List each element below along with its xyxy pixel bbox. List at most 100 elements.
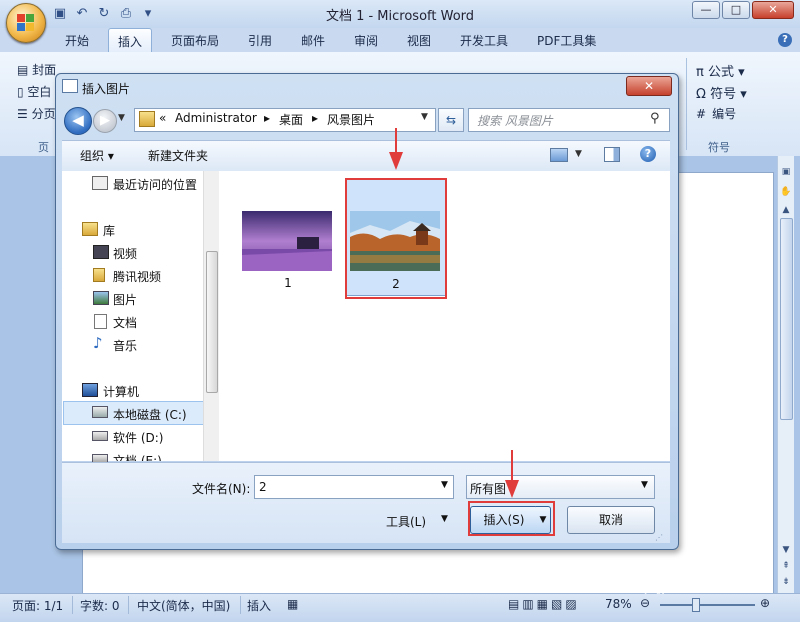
nav-item-recent[interactable]: 最近访问的位置	[113, 176, 197, 193]
filename-input[interactable]	[254, 475, 454, 499]
scroll-thumb[interactable]	[780, 218, 793, 420]
tools-dropdown-icon[interactable]: ▼	[441, 514, 448, 524]
breadcrumb-scenery[interactable]: 风景图片	[327, 111, 375, 128]
status-words[interactable]: 字数: 0	[80, 597, 120, 614]
nav-item-pictures[interactable]: 图片	[113, 291, 137, 308]
symbol-button[interactable]: Ω 符号 ▾	[696, 83, 747, 102]
filename-label: 文件名(N):	[192, 482, 251, 496]
blank-label: 空白	[27, 85, 52, 99]
breadcrumb-overflow[interactable]: «	[159, 111, 166, 125]
breadcrumb-desktop[interactable]: 桌面	[279, 111, 303, 128]
tab-page-layout[interactable]: 页面布局	[171, 32, 219, 49]
zoom-level[interactable]: 78%	[605, 597, 632, 611]
organize-button[interactable]: 组织 ▾	[80, 147, 114, 164]
maximize-button[interactable]: □	[722, 1, 750, 19]
nav-item-tencent-video[interactable]: 腾讯视频	[113, 268, 161, 285]
zoom-in-icon[interactable]: ⊕	[760, 596, 770, 610]
video-icon	[93, 245, 109, 259]
nav-scrollbar[interactable]	[203, 171, 219, 461]
cover-button[interactable]: ▤ 封面	[17, 61, 56, 78]
tab-home[interactable]: 开始	[65, 32, 89, 49]
baidu-watermark-url: jingyan.baidu.com	[645, 585, 729, 595]
file-thumbnail-1[interactable]	[242, 211, 332, 271]
forward-icon[interactable]: ▶	[93, 109, 117, 133]
nav-item-drive-d[interactable]: 软件 (D:)	[113, 429, 163, 446]
dialog-close-button[interactable]: ✕	[626, 76, 672, 96]
change-view-icon[interactable]	[550, 148, 568, 162]
blank-page-button[interactable]: ▯ 空白	[17, 83, 51, 100]
vertical-scrollbar[interactable]: ▣ ✋ ▲ ▼ ⇞ ⇟	[777, 156, 794, 593]
search-icon[interactable]: ⚲	[650, 111, 660, 126]
back-icon[interactable]: ◀	[64, 107, 92, 135]
number-label: 编号	[712, 107, 737, 121]
zoom-out-icon[interactable]: ⊖	[640, 596, 650, 610]
cover-label: 封面	[32, 63, 57, 77]
dialog-help-icon[interactable]: ?	[640, 146, 656, 162]
tab-mailings[interactable]: 邮件	[301, 32, 325, 49]
preview-pane-icon[interactable]	[604, 147, 620, 162]
redo-icon[interactable]: ↻	[96, 6, 112, 22]
filetype-dropdown-icon[interactable]: ▼	[641, 480, 648, 490]
annotation-arrow-down-icon	[505, 450, 519, 498]
view-buttons[interactable]: ▤▥▦▧▨	[508, 597, 580, 611]
folder-icon	[93, 268, 105, 282]
scroll-down-icon[interactable]: ▼	[780, 544, 792, 556]
macro-record-icon[interactable]: ▦	[287, 597, 298, 611]
prev-page-icon[interactable]: ⇞	[780, 560, 792, 572]
office-button[interactable]	[6, 3, 46, 43]
scroll-up-icon[interactable]: ▲	[780, 204, 792, 216]
help-icon[interactable]: ?	[778, 33, 792, 47]
save-icon[interactable]: ▣	[52, 6, 68, 22]
undo-icon[interactable]: ↶	[74, 6, 90, 22]
nav-item-drive-c[interactable]: 本地磁盘 (C:)	[113, 406, 187, 423]
nav-item-computer[interactable]: 计算机	[103, 383, 139, 400]
status-bar	[0, 593, 800, 622]
zoom-slider[interactable]	[660, 604, 755, 606]
status-insert-mode[interactable]: 插入	[247, 597, 271, 614]
music-icon: ♪	[93, 334, 103, 352]
tab-references[interactable]: 引用	[248, 32, 272, 49]
minimize-button[interactable]: —	[692, 1, 720, 19]
nav-item-library[interactable]: 库	[103, 222, 115, 239]
pan-hand-icon[interactable]: ✋	[780, 186, 792, 198]
nav-item-drive-e[interactable]: 文档 (E:)	[113, 452, 162, 461]
refresh-icon[interactable]: ⇆	[438, 108, 464, 132]
print-preview-icon[interactable]: ⎙	[118, 6, 134, 22]
nav-item-music[interactable]: 音乐	[113, 337, 137, 354]
tab-review[interactable]: 审阅	[354, 32, 378, 49]
nav-scroll-thumb[interactable]	[206, 251, 218, 393]
filename-value: 2	[259, 480, 267, 494]
breadcrumb-separator[interactable]: ▸	[264, 111, 270, 125]
tab-pdf-tools[interactable]: PDF工具集	[537, 32, 596, 49]
tab-view[interactable]: 视图	[407, 32, 431, 49]
library-icon	[82, 222, 98, 236]
close-button[interactable]: ✕	[752, 1, 794, 19]
breadcrumb-administrator[interactable]: Administrator	[175, 111, 257, 125]
qat-customize-icon[interactable]: ▾	[140, 6, 156, 22]
search-placeholder: 搜索 风景图片	[477, 114, 553, 128]
view-dropdown-icon[interactable]: ▼	[575, 149, 582, 159]
tools-button[interactable]: 工具(L)	[386, 513, 426, 530]
new-folder-button[interactable]: 新建文件夹	[148, 147, 208, 164]
resize-grip-icon[interactable]: ⋰	[655, 533, 665, 543]
next-page-icon[interactable]: ⇟	[780, 576, 792, 588]
drive-icon	[92, 431, 108, 441]
recent-places-icon	[92, 176, 108, 190]
address-dropdown-icon[interactable]: ▼	[421, 112, 428, 122]
tab-developer[interactable]: 开发工具	[460, 32, 508, 49]
formula-button[interactable]: π 公式 ▾	[696, 61, 745, 80]
tab-insert[interactable]: 插入	[108, 28, 153, 52]
nav-item-documents[interactable]: 文档	[113, 314, 137, 331]
filename-dropdown-icon[interactable]: ▼	[441, 480, 448, 490]
number-button[interactable]: # 编号	[696, 105, 736, 122]
status-page[interactable]: 页面: 1/1	[12, 597, 63, 614]
zoom-slider-thumb[interactable]	[692, 598, 700, 612]
history-dropdown-icon[interactable]: ▼	[118, 113, 125, 123]
cancel-button[interactable]: 取消	[567, 506, 655, 534]
breadcrumb-separator[interactable]: ▸	[312, 111, 318, 125]
nav-item-video[interactable]: 视频	[113, 245, 137, 262]
formula-label: 公式	[707, 65, 734, 80]
ruler-toggle-icon[interactable]: ▣	[780, 166, 792, 178]
page-break-button[interactable]: ☰ 分页	[17, 105, 56, 122]
status-language[interactable]: 中文(简体，中国)	[137, 597, 230, 614]
